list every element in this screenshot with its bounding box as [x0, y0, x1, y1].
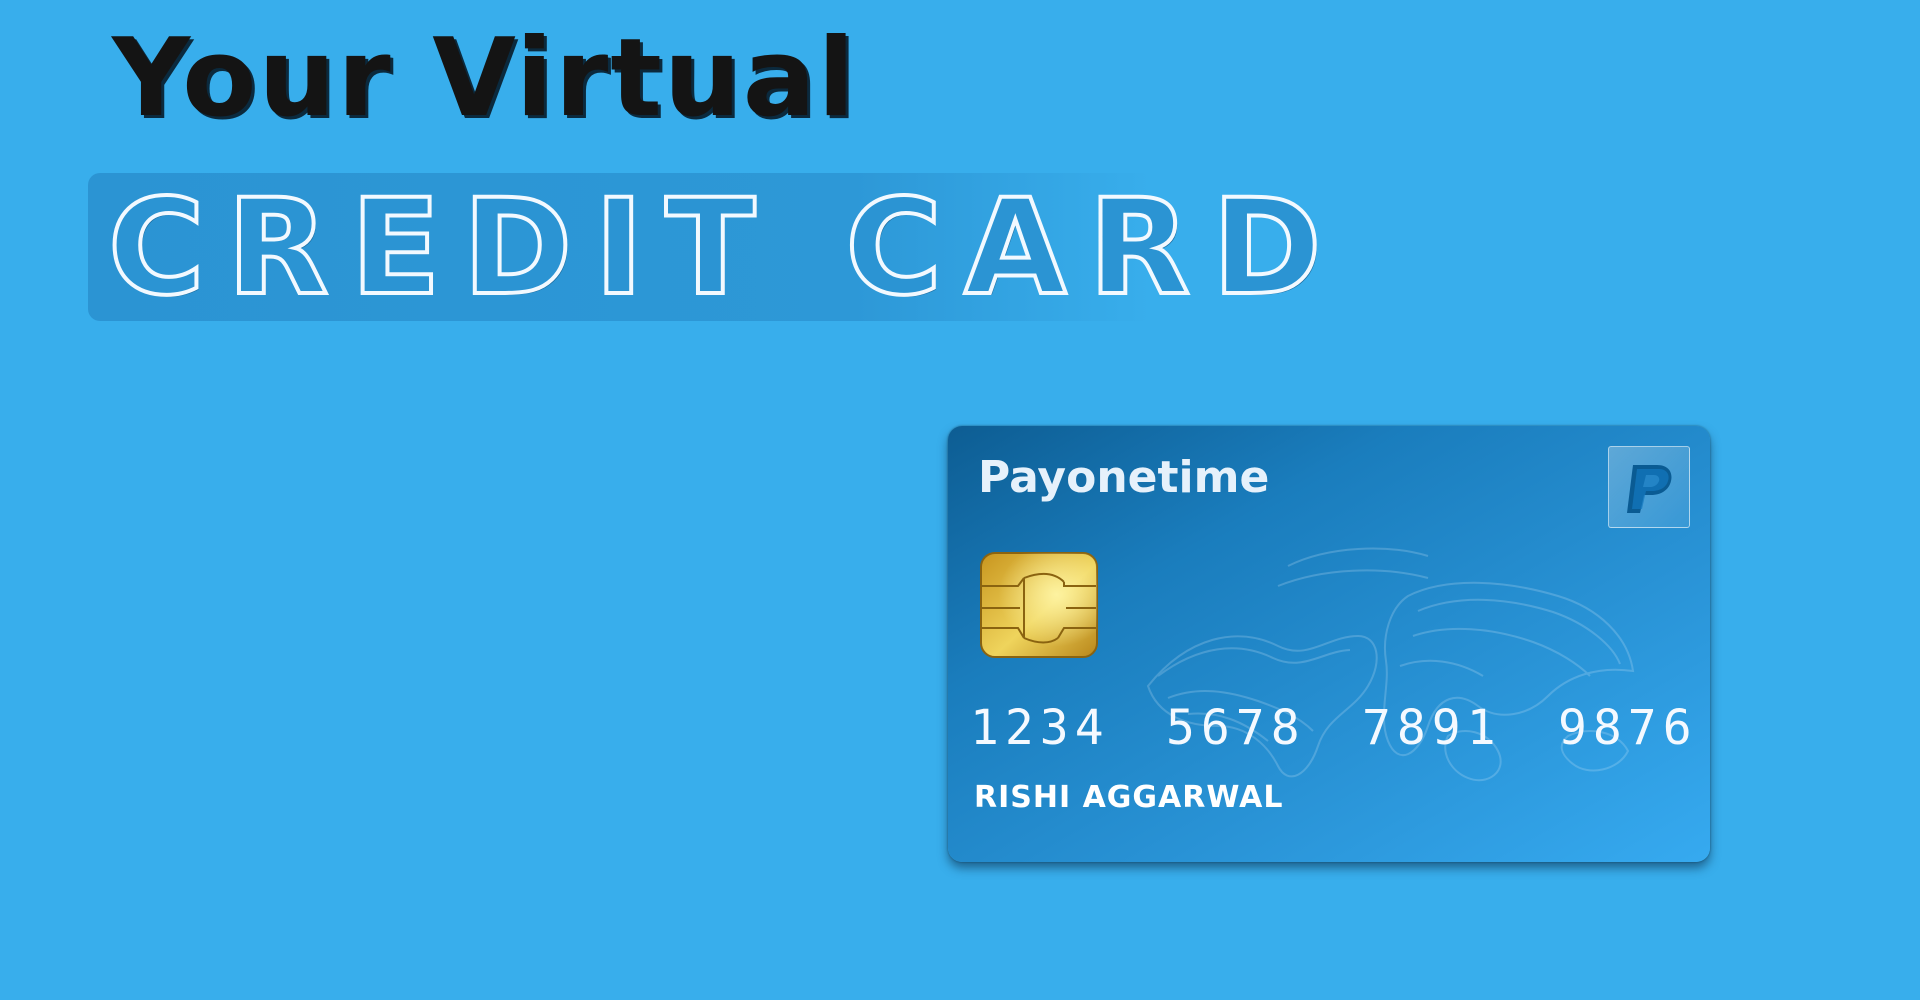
card-holder-name: RISHI AGGARWAL: [974, 780, 1284, 815]
world-map-icon: [1146, 547, 1635, 782]
card-number-group-2: 5678: [1166, 700, 1306, 756]
credit-card: Payonetime 1234 5678 7891 9876 RISHI AGG…: [948, 426, 1710, 862]
heading-credit-card: CREDIT CARD: [106, 171, 1344, 325]
heading-your-virtual: Your Virtual: [112, 16, 857, 141]
card-number-group-3: 7891: [1362, 700, 1502, 756]
card-number-group-4: 9876: [1558, 700, 1698, 756]
card-brand-name: Payonetime: [978, 452, 1270, 503]
card-number: 1234 5678 7891 9876: [948, 698, 1710, 758]
emv-chip-icon: [980, 552, 1098, 658]
card-number-group-1: 1234: [970, 700, 1110, 756]
payonetime-p-logo-icon: [1608, 446, 1690, 528]
